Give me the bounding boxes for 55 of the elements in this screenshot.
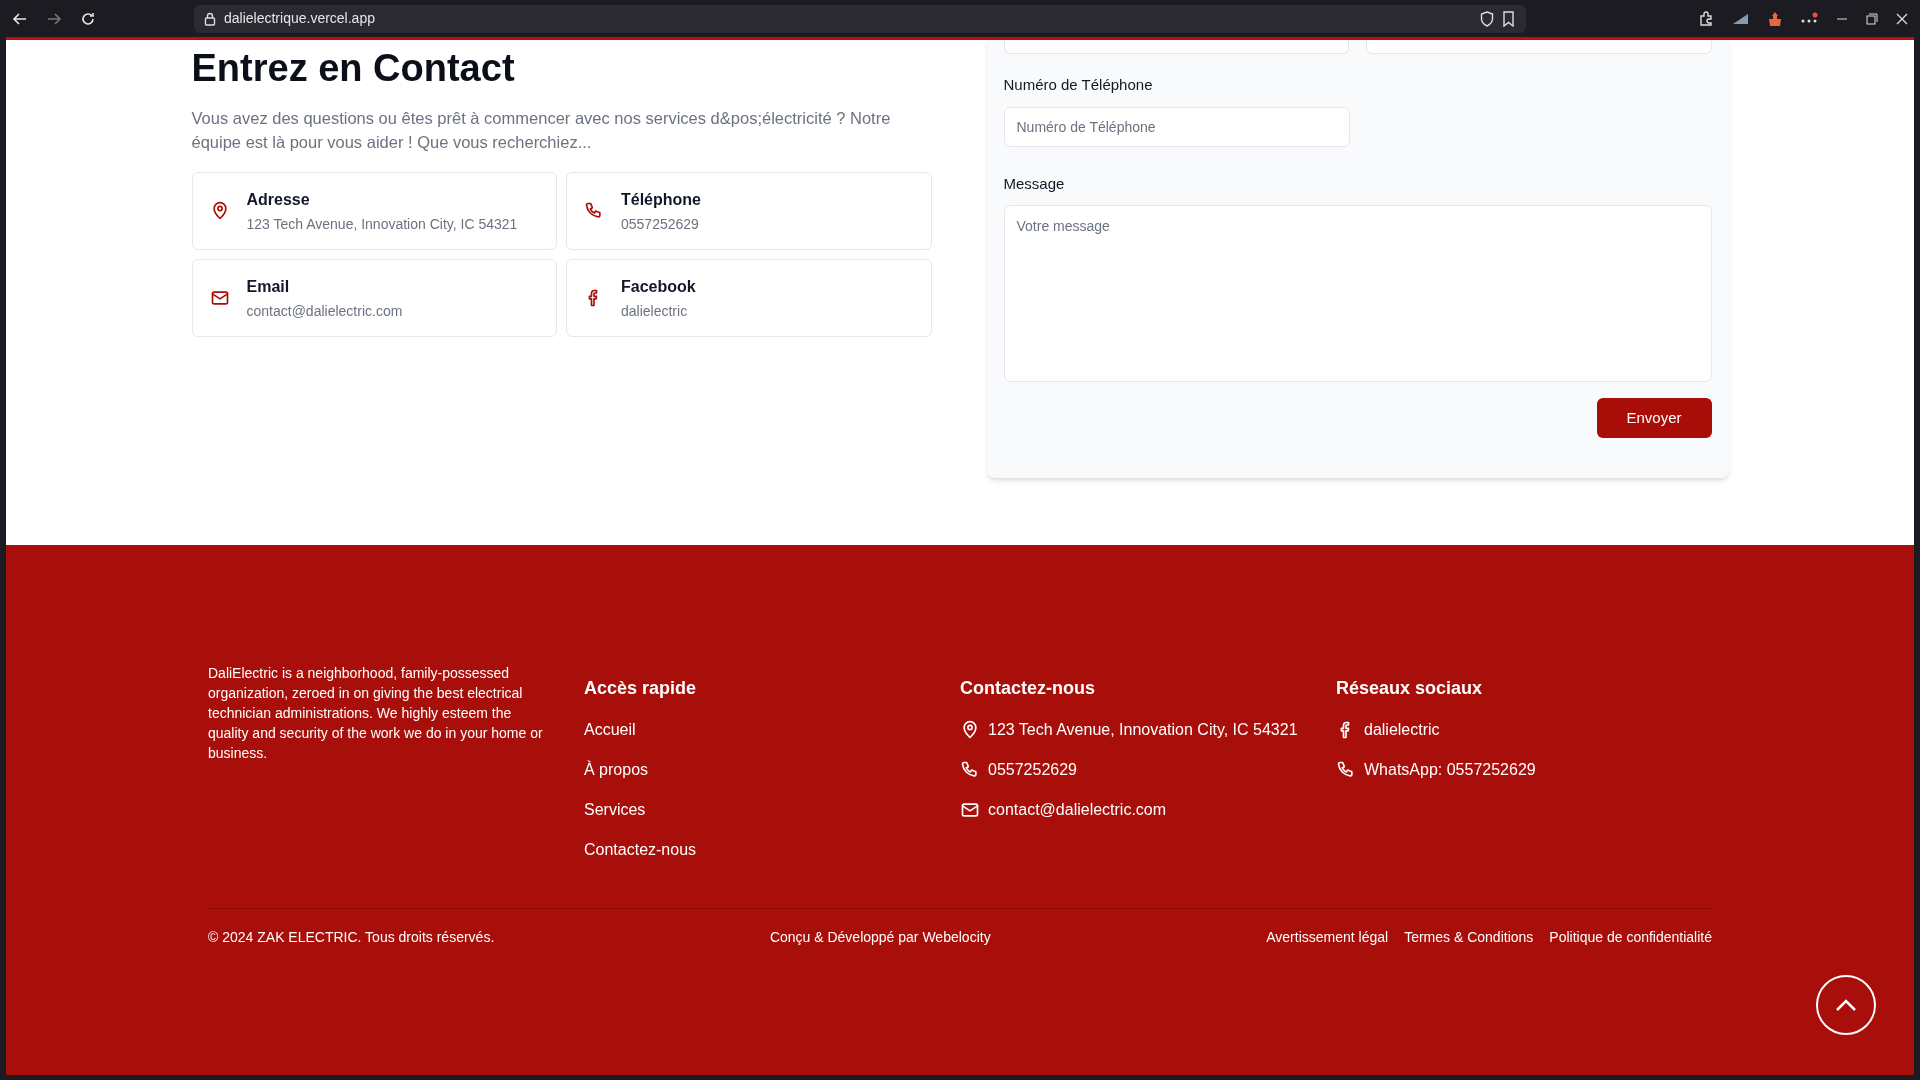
close-icon[interactable] — [1896, 12, 1908, 25]
field-label: Message — [1003, 173, 1066, 194]
mail-icon — [960, 800, 980, 820]
footer-link[interactable]: contact@dalielectric.com — [988, 800, 1167, 820]
message-field[interactable]: Votre message — [1003, 205, 1712, 382]
card-title: Email — [246, 276, 291, 297]
footer-heading: Accès rapide — [584, 677, 698, 700]
puzzle-icon[interactable] — [1698, 10, 1714, 27]
input-field[interactable] — [1366, 40, 1712, 54]
legal-link[interactable]: Avertissement légal — [1266, 927, 1389, 948]
footer-link[interactable]: 123 Tech Avenue, Innovation City, IC 54321 — [988, 720, 1298, 740]
about-text: DaliElectric is a neighborhood, family-possessed organization, zeroed in on giving the best electrical technician administrations. We highly esteem the quality and security of the work we do in your home or business. — [208, 664, 544, 763]
card-value: 123 Tech Avenue, Innovation City, IC 54321 — [246, 214, 518, 234]
bookmark-icon[interactable] — [1502, 10, 1516, 27]
address-bar[interactable]: dalielectrique.vercel.app — [194, 4, 1526, 33]
card-title: Téléphone — [621, 189, 701, 210]
lock-icon — [204, 11, 216, 26]
scroll-to-top-button[interactable] — [1816, 975, 1876, 1035]
send-button[interactable]: Envoyer — [1596, 398, 1712, 438]
legal-link[interactable]: Termes & Conditions — [1404, 927, 1534, 948]
back-icon[interactable] — [12, 10, 28, 27]
footer-link[interactable]: Contactez-nous — [584, 840, 697, 880]
card-value: 0557252629 — [621, 214, 700, 234]
footer-link[interactable]: À propos — [584, 760, 649, 800]
phone-icon — [584, 201, 604, 221]
footer-link[interactable]: dalielectric — [1364, 720, 1440, 740]
field-label: Numéro de Téléphone — [1003, 75, 1154, 95]
footer-link[interactable]: 0557252629 — [988, 760, 1077, 780]
phone-icon — [1336, 760, 1356, 780]
footer-link[interactable]: WhatsApp: 0557252629 — [1364, 760, 1536, 780]
section-heading: Entrez en Contact — [191, 46, 516, 91]
footer-link[interactable]: Accueil — [584, 720, 636, 760]
credit-text: Conçu & Développé par Webelocity — [769, 928, 991, 947]
chevron-up-icon — [1835, 998, 1857, 1012]
restore-icon[interactable] — [1866, 12, 1878, 25]
footer-link[interactable]: Services — [584, 800, 646, 840]
footer-heading: Contactez-nous — [960, 677, 1096, 700]
input-field[interactable]: Numéro de Téléphone — [1003, 106, 1350, 147]
extension-icon[interactable] — [1768, 10, 1782, 27]
card-value: dalielectric — [621, 301, 689, 321]
phone-icon — [960, 760, 980, 780]
url-text: dalielectrique.vercel.app — [224, 9, 375, 28]
extension-icon[interactable] — [1732, 11, 1750, 26]
card-title: Facebook — [621, 276, 696, 297]
shield-icon[interactable] — [1480, 10, 1494, 27]
input-field[interactable] — [1003, 40, 1349, 54]
copyright-text: © 2024 ZAK ELECTRIC. Tous droits réservés. — [208, 928, 495, 947]
card-title: Adresse — [246, 189, 311, 210]
pin-icon — [960, 720, 980, 740]
intro-text: Vous avez des questions ou êtes prêt à commencer avec nos services d&pos;électricité ? Notre équipe est là pour vous aider ! Que vous recherchiez... — [191, 108, 892, 153]
mail-icon — [209, 288, 230, 308]
legal-link[interactable]: Politique de confidentialité — [1549, 927, 1712, 948]
footer-heading: Réseaux sociaux — [1336, 677, 1484, 700]
card-value: contact@dalielectric.com — [246, 301, 403, 321]
reload-icon[interactable] — [80, 10, 96, 27]
